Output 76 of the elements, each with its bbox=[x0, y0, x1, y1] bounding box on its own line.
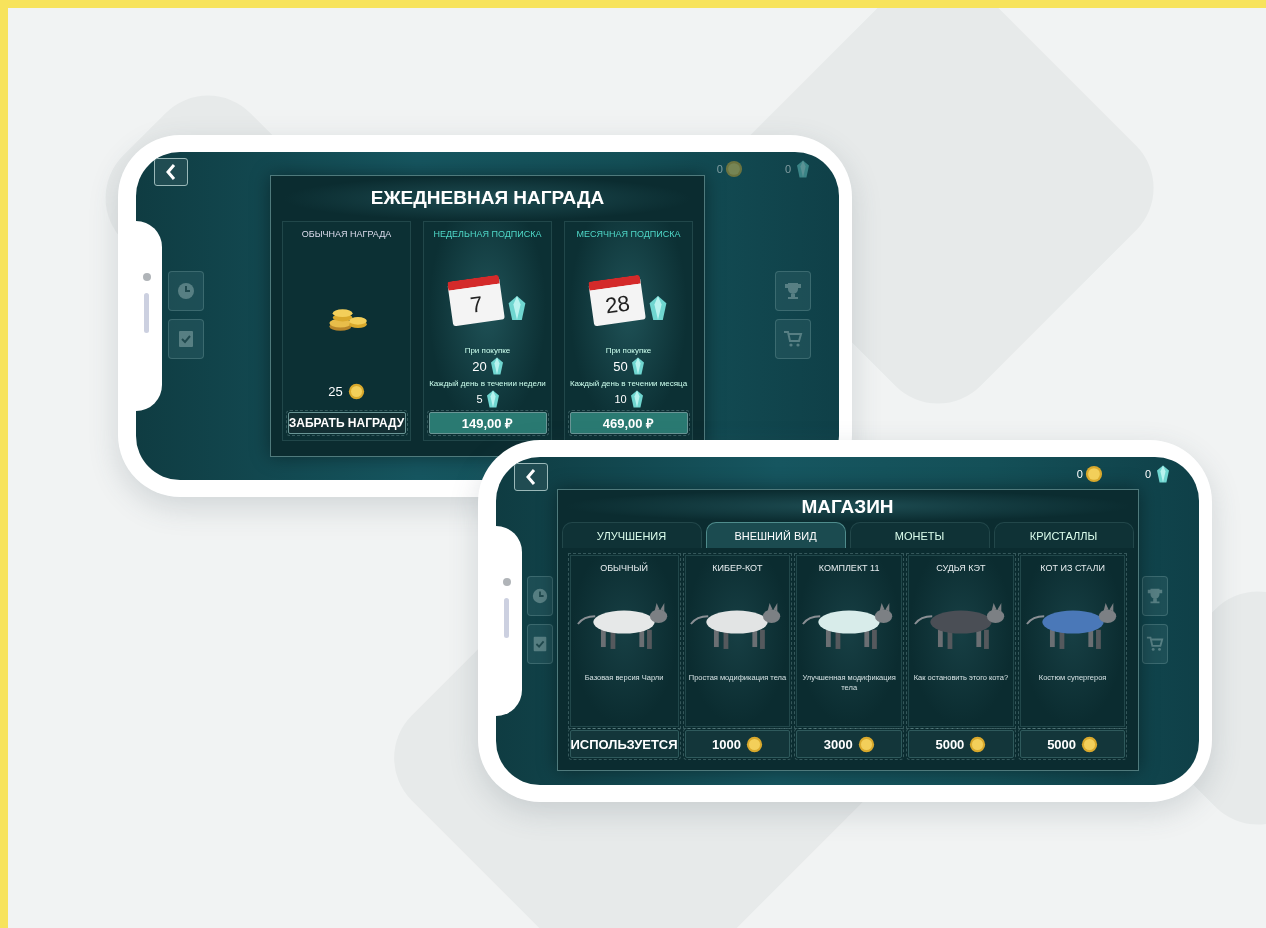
chevron-left-icon bbox=[166, 164, 176, 180]
panel-title: МАГАЗИН bbox=[561, 490, 1134, 522]
info-label: При покупке bbox=[464, 346, 511, 355]
chevron-left-icon bbox=[526, 469, 536, 485]
crystal-count: 0 bbox=[784, 163, 791, 175]
crystal-icon bbox=[797, 160, 809, 178]
trophy-icon bbox=[783, 281, 803, 301]
card-title: МЕСЯЧНАЯ ПОДПИСКА bbox=[576, 229, 681, 239]
tab[interactable]: МОНЕТЫ bbox=[849, 522, 990, 548]
coin-count: 0 bbox=[1076, 468, 1083, 480]
side-menu-button[interactable] bbox=[168, 271, 204, 311]
tab[interactable]: УЛУЧШЕНИЯ bbox=[561, 522, 702, 548]
back-button[interactable] bbox=[154, 158, 188, 186]
speaker-bar bbox=[504, 598, 509, 638]
crystal-amount: 10 bbox=[614, 393, 627, 405]
side-menu-button[interactable] bbox=[1142, 624, 1168, 664]
clock-icon bbox=[531, 587, 549, 605]
side-menu-button[interactable] bbox=[1142, 576, 1168, 616]
calendar-drawing: 28 bbox=[587, 274, 646, 327]
buy-button[interactable]: 5000 bbox=[908, 730, 1014, 758]
camera-dot bbox=[503, 578, 511, 586]
clock-icon bbox=[176, 281, 196, 301]
crystal-icon bbox=[631, 357, 644, 375]
crystal-icon bbox=[507, 295, 526, 320]
card-title: ОБЫЧНАЯ НАГРАДА bbox=[301, 229, 392, 239]
tab[interactable]: КРИСТАЛЛЫ bbox=[993, 522, 1134, 548]
tab[interactable]: ВНЕШНИЙ ВИД bbox=[705, 522, 846, 548]
crystal-icon bbox=[648, 295, 667, 320]
reward-amount: 25 bbox=[328, 384, 343, 399]
coin-icon bbox=[1081, 735, 1099, 753]
coin-icon bbox=[969, 735, 987, 753]
card-title: ОБЫЧНЫЙ bbox=[600, 563, 648, 573]
coin-icon bbox=[745, 735, 763, 753]
crystal-amount: 50 bbox=[613, 358, 628, 374]
speaker-bar bbox=[144, 293, 149, 333]
price-button[interactable]: 149,00 ₽ bbox=[428, 412, 547, 434]
camera-dot bbox=[143, 273, 151, 281]
coin-icon bbox=[724, 160, 743, 178]
trophy-icon bbox=[1146, 587, 1164, 605]
buy-button[interactable]: 1000 bbox=[684, 730, 791, 758]
in-use-button[interactable]: ИСПОЛЬЗУЕТСЯ bbox=[569, 730, 679, 758]
side-menu-button[interactable] bbox=[775, 271, 811, 311]
crystal-count: 0 bbox=[1144, 468, 1151, 480]
crystal-icon bbox=[1157, 465, 1169, 483]
info-label: Каждый день в течении месяца bbox=[569, 379, 688, 388]
cart-icon bbox=[1146, 635, 1164, 653]
card-title: НЕДЕЛЬНАЯ ПОДПИСКА bbox=[433, 229, 542, 239]
checklist-icon bbox=[176, 329, 196, 349]
claim-button[interactable]: ЗАБРАТЬ НАГРАДУ bbox=[287, 412, 406, 434]
crystal-icon bbox=[630, 390, 643, 408]
coin-icon bbox=[347, 383, 365, 400]
checklist-icon bbox=[531, 635, 549, 653]
side-menu-button[interactable] bbox=[527, 624, 553, 664]
side-menu-button[interactable] bbox=[775, 319, 811, 359]
side-menu-button[interactable] bbox=[168, 319, 204, 359]
back-button[interactable] bbox=[514, 463, 548, 491]
side-menu-button[interactable] bbox=[527, 576, 553, 616]
crystal-amount: 5 bbox=[476, 393, 483, 405]
crystal-amount: 20 bbox=[472, 358, 487, 374]
crystal-icon bbox=[490, 357, 503, 375]
card-title: КИБЕР-КОТ bbox=[712, 563, 763, 573]
info-label: Каждый день в течении недели bbox=[429, 379, 546, 388]
buy-button[interactable]: 3000 bbox=[796, 730, 903, 758]
cart-icon bbox=[783, 329, 803, 349]
card-title: СУДЬЯ КЭТ bbox=[936, 563, 986, 573]
info-label: При покупке bbox=[605, 346, 652, 355]
price-button[interactable]: 469,00 ₽ bbox=[569, 412, 688, 434]
card-title: КОМПЛЕКТ 11 bbox=[818, 563, 880, 573]
coin-icon bbox=[857, 735, 875, 753]
crystal-icon bbox=[486, 390, 499, 408]
coin-icon bbox=[1084, 465, 1103, 483]
panel-title: ЕЖЕДНЕВНАЯ НАГРАДА bbox=[282, 176, 693, 221]
card-title: КОТ ИЗ СТАЛИ bbox=[1040, 563, 1105, 573]
coin-count: 0 bbox=[716, 163, 723, 175]
calendar-drawing: 7 bbox=[446, 274, 505, 327]
buy-button[interactable]: 5000 bbox=[1019, 730, 1126, 758]
